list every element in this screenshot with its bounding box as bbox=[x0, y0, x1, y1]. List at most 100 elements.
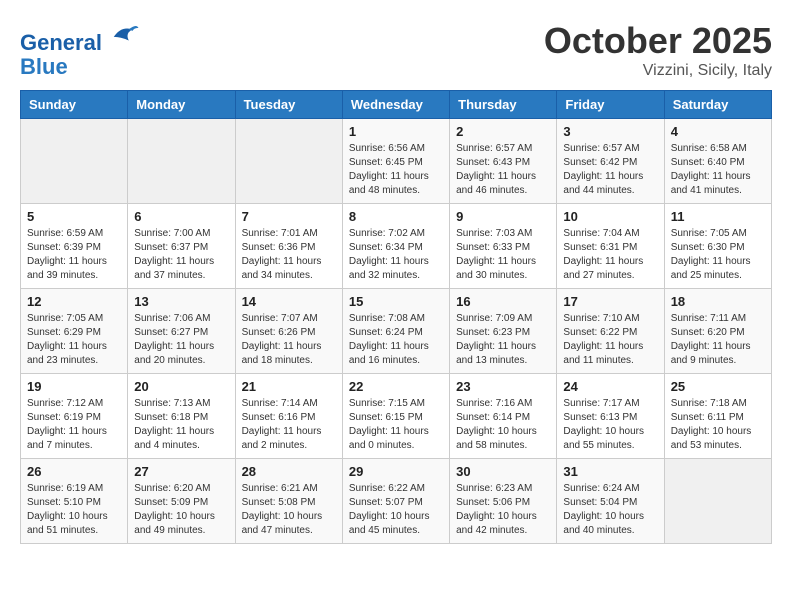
day-info: Sunrise: 7:17 AM Sunset: 6:13 PM Dayligh… bbox=[563, 397, 657, 453]
calendar-cell: 8Sunrise: 7:02 AM Sunset: 6:34 PM Daylig… bbox=[342, 204, 449, 289]
calendar-cell bbox=[235, 119, 342, 204]
calendar-cell: 16Sunrise: 7:09 AM Sunset: 6:23 PM Dayli… bbox=[450, 289, 557, 374]
calendar-cell: 27 Sunrise: 6:20 AM Sunset: 5:09 PM Dayli… bbox=[128, 459, 235, 544]
calendar-cell: 6 Sunrise: 7:00 AM Sunset: 6:37 PM Daylig… bbox=[128, 204, 235, 289]
logo-bird-icon bbox=[110, 20, 140, 50]
day-info: Sunrise: 7:05 AM Sunset: 6:29 PM Dayligh… bbox=[27, 312, 121, 368]
day-number: 19 bbox=[27, 379, 121, 394]
title-block: October 2025 Vizzini, Sicily, Italy bbox=[544, 20, 772, 80]
calendar-cell bbox=[664, 459, 771, 544]
calendar-cell: 18Sunrise: 7:11 AM Sunset: 6:20 PM Dayli… bbox=[664, 289, 771, 374]
calendar-cell: 14 Sunrise: 7:07 AM Sunset: 6:26 PM Dayli… bbox=[235, 289, 342, 374]
calendar-week-2: 5 Sunrise: 6:59 AM Sunset: 6:39 PM Daylig… bbox=[21, 204, 772, 289]
calendar-cell: 31 Sunrise: 6:24 AM Sunset: 5:04 PM Dayli… bbox=[557, 459, 664, 544]
day-info: Sunrise: 6:24 AM Sunset: 5:04 PM Dayligh… bbox=[563, 482, 657, 538]
day-number: 18 bbox=[671, 294, 765, 309]
weekday-header-row: SundayMondayTuesdayWednesdayThursdayFrid… bbox=[21, 91, 772, 119]
day-info: Sunrise: 7:04 AM Sunset: 6:31 PM Dayligh… bbox=[563, 227, 657, 283]
day-info: Sunrise: 7:10 AM Sunset: 6:22 PM Dayligh… bbox=[563, 312, 657, 368]
day-info: Sunrise: 7:12 AM Sunset: 6:19 PM Dayligh… bbox=[27, 397, 121, 453]
calendar-cell: 19 Sunrise: 7:12 AM Sunset: 6:19 PM Dayli… bbox=[21, 374, 128, 459]
logo: General Blue bbox=[20, 20, 140, 79]
calendar-cell: 26Sunrise: 6:19 AM Sunset: 5:10 PM Dayli… bbox=[21, 459, 128, 544]
calendar-week-5: 26Sunrise: 6:19 AM Sunset: 5:10 PM Dayli… bbox=[21, 459, 772, 544]
day-info: Sunrise: 7:16 AM Sunset: 6:14 PM Dayligh… bbox=[456, 397, 550, 453]
calendar-cell: 12 Sunrise: 7:05 AM Sunset: 6:29 PM Dayli… bbox=[21, 289, 128, 374]
calendar-cell: 9 Sunrise: 7:03 AM Sunset: 6:33 PM Daylig… bbox=[450, 204, 557, 289]
weekday-header-wednesday: Wednesday bbox=[342, 91, 449, 119]
calendar-week-4: 19 Sunrise: 7:12 AM Sunset: 6:19 PM Dayli… bbox=[21, 374, 772, 459]
calendar-cell: 3 Sunrise: 6:57 AM Sunset: 6:42 PM Daylig… bbox=[557, 119, 664, 204]
day-number: 4 bbox=[671, 124, 765, 139]
calendar-cell: 21 Sunrise: 7:14 AM Sunset: 6:16 PM Dayli… bbox=[235, 374, 342, 459]
day-number: 10 bbox=[563, 209, 657, 224]
day-info: Sunrise: 6:19 AM Sunset: 5:10 PM Dayligh… bbox=[27, 482, 121, 538]
calendar-week-3: 12 Sunrise: 7:05 AM Sunset: 6:29 PM Dayli… bbox=[21, 289, 772, 374]
day-number: 5 bbox=[27, 209, 121, 224]
day-info: Sunrise: 6:58 AM Sunset: 6:40 PM Dayligh… bbox=[671, 142, 765, 198]
day-number: 20 bbox=[134, 379, 228, 394]
day-number: 30 bbox=[456, 464, 550, 479]
day-number: 15 bbox=[349, 294, 443, 309]
calendar-cell: 4 Sunrise: 6:58 AM Sunset: 6:40 PM Daylig… bbox=[664, 119, 771, 204]
calendar-cell: 5 Sunrise: 6:59 AM Sunset: 6:39 PM Daylig… bbox=[21, 204, 128, 289]
day-info: Sunrise: 7:15 AM Sunset: 6:15 PM Dayligh… bbox=[349, 397, 443, 453]
calendar-cell: 22 Sunrise: 7:15 AM Sunset: 6:15 PM Dayli… bbox=[342, 374, 449, 459]
weekday-header-thursday: Thursday bbox=[450, 91, 557, 119]
day-info: Sunrise: 6:57 AM Sunset: 6:43 PM Dayligh… bbox=[456, 142, 550, 198]
day-info: Sunrise: 6:57 AM Sunset: 6:42 PM Dayligh… bbox=[563, 142, 657, 198]
day-info: Sunrise: 7:03 AM Sunset: 6:33 PM Dayligh… bbox=[456, 227, 550, 283]
day-number: 11 bbox=[671, 209, 765, 224]
weekday-header-sunday: Sunday bbox=[21, 91, 128, 119]
day-number: 16 bbox=[456, 294, 550, 309]
calendar-cell bbox=[128, 119, 235, 204]
day-number: 7 bbox=[242, 209, 336, 224]
page-header: General Blue October 2025 Vizzini, Sicil… bbox=[20, 20, 772, 80]
weekday-header-tuesday: Tuesday bbox=[235, 91, 342, 119]
day-info: Sunrise: 7:02 AM Sunset: 6:34 PM Dayligh… bbox=[349, 227, 443, 283]
day-number: 22 bbox=[349, 379, 443, 394]
calendar-cell: 29 Sunrise: 6:22 AM Sunset: 5:07 PM Dayli… bbox=[342, 459, 449, 544]
calendar-cell: 25 Sunrise: 7:18 AM Sunset: 6:11 PM Dayli… bbox=[664, 374, 771, 459]
day-number: 17 bbox=[563, 294, 657, 309]
day-number: 6 bbox=[134, 209, 228, 224]
day-info: Sunrise: 7:01 AM Sunset: 6:36 PM Dayligh… bbox=[242, 227, 336, 283]
calendar-cell: 11 Sunrise: 7:05 AM Sunset: 6:30 PM Dayli… bbox=[664, 204, 771, 289]
day-info: Sunrise: 7:07 AM Sunset: 6:26 PM Dayligh… bbox=[242, 312, 336, 368]
calendar-cell: 20Sunrise: 7:13 AM Sunset: 6:18 PM Dayli… bbox=[128, 374, 235, 459]
calendar-cell: 1 Sunrise: 6:56 AM Sunset: 6:45 PM Daylig… bbox=[342, 119, 449, 204]
day-number: 3 bbox=[563, 124, 657, 139]
calendar-cell: 28Sunrise: 6:21 AM Sunset: 5:08 PM Dayli… bbox=[235, 459, 342, 544]
calendar-cell: 17 Sunrise: 7:10 AM Sunset: 6:22 PM Dayli… bbox=[557, 289, 664, 374]
day-info: Sunrise: 6:21 AM Sunset: 5:08 PM Dayligh… bbox=[242, 482, 336, 538]
day-number: 13 bbox=[134, 294, 228, 309]
day-number: 2 bbox=[456, 124, 550, 139]
day-number: 21 bbox=[242, 379, 336, 394]
day-info: Sunrise: 6:59 AM Sunset: 6:39 PM Dayligh… bbox=[27, 227, 121, 283]
calendar-cell: 10 Sunrise: 7:04 AM Sunset: 6:31 PM Dayli… bbox=[557, 204, 664, 289]
day-number: 29 bbox=[349, 464, 443, 479]
calendar-table: SundayMondayTuesdayWednesdayThursdayFrid… bbox=[20, 90, 772, 544]
day-info: Sunrise: 7:05 AM Sunset: 6:30 PM Dayligh… bbox=[671, 227, 765, 283]
day-number: 1 bbox=[349, 124, 443, 139]
day-number: 9 bbox=[456, 209, 550, 224]
day-number: 27 bbox=[134, 464, 228, 479]
day-info: Sunrise: 6:56 AM Sunset: 6:45 PM Dayligh… bbox=[349, 142, 443, 198]
day-info: Sunrise: 6:22 AM Sunset: 5:07 PM Dayligh… bbox=[349, 482, 443, 538]
calendar-cell: 15Sunrise: 7:08 AM Sunset: 6:24 PM Dayli… bbox=[342, 289, 449, 374]
day-info: Sunrise: 7:00 AM Sunset: 6:37 PM Dayligh… bbox=[134, 227, 228, 283]
calendar-cell: 30Sunrise: 6:23 AM Sunset: 5:06 PM Dayli… bbox=[450, 459, 557, 544]
day-info: Sunrise: 7:18 AM Sunset: 6:11 PM Dayligh… bbox=[671, 397, 765, 453]
day-number: 24 bbox=[563, 379, 657, 394]
day-number: 25 bbox=[671, 379, 765, 394]
day-info: Sunrise: 7:14 AM Sunset: 6:16 PM Dayligh… bbox=[242, 397, 336, 453]
calendar-cell bbox=[21, 119, 128, 204]
weekday-header-saturday: Saturday bbox=[664, 91, 771, 119]
calendar-cell: 7 Sunrise: 7:01 AM Sunset: 6:36 PM Daylig… bbox=[235, 204, 342, 289]
day-number: 14 bbox=[242, 294, 336, 309]
calendar-cell: 13Sunrise: 7:06 AM Sunset: 6:27 PM Dayli… bbox=[128, 289, 235, 374]
day-info: Sunrise: 6:20 AM Sunset: 5:09 PM Dayligh… bbox=[134, 482, 228, 538]
day-number: 12 bbox=[27, 294, 121, 309]
month-title: October 2025 bbox=[544, 20, 772, 62]
day-number: 31 bbox=[563, 464, 657, 479]
